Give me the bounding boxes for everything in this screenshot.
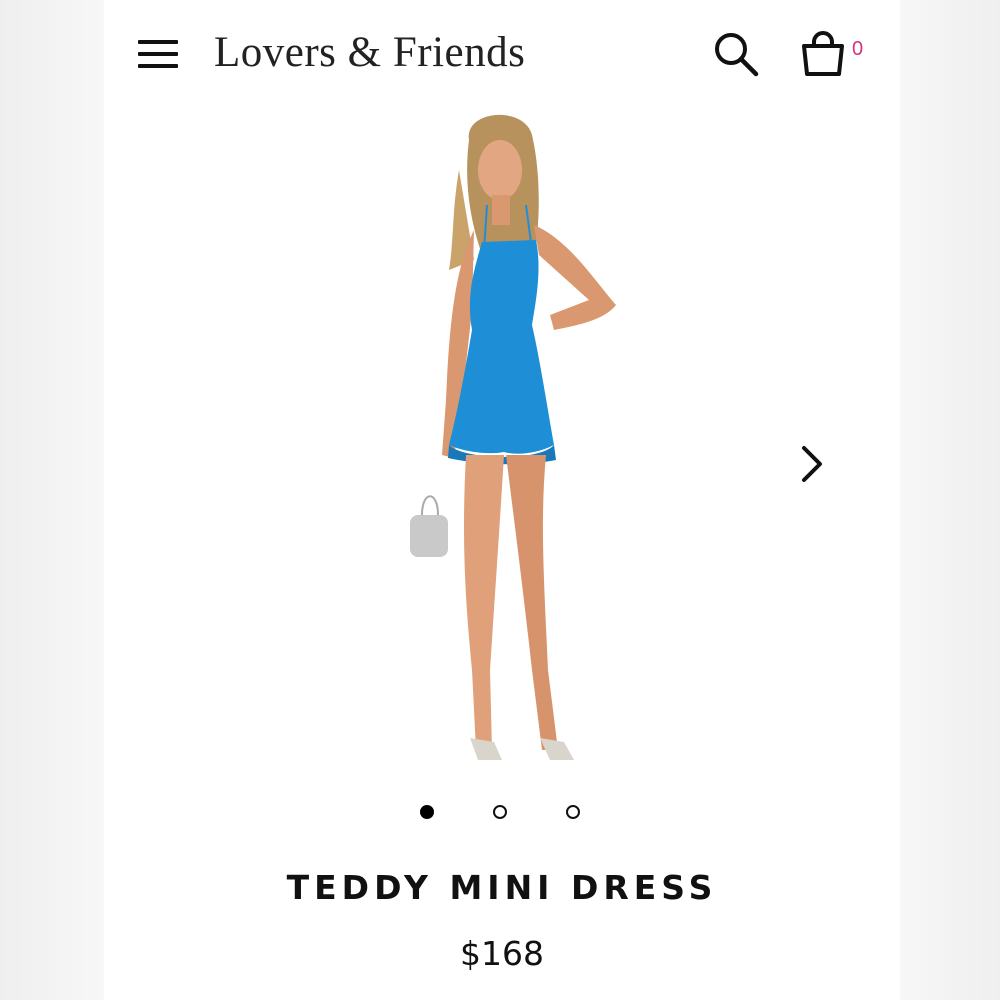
product-title: TEDDY MINI DRESS [286,868,718,907]
pagination-dot-3[interactable] [566,805,580,819]
pagination-dot-2[interactable] [493,805,507,819]
cart-count-badge: 0 [852,38,864,60]
product-image[interactable] [354,110,654,780]
brand-logo[interactable]: Lovers & Friends [214,28,525,77]
image-pagination [418,802,588,824]
chevron-right-icon [802,446,822,482]
cart-button[interactable] [798,30,848,78]
left-backdrop [0,0,104,1000]
search-button[interactable] [712,30,760,78]
search-icon [715,33,759,77]
hamburger-menu-icon [138,40,178,44]
right-backdrop [900,0,1000,1000]
menu-button[interactable] [136,36,180,72]
product-price: $168 [460,934,544,973]
product-screen: Lovers & Friends 0 TEDDY MINI DRESS $168 [104,0,900,1000]
shopping-bag-icon [802,31,844,76]
next-image-button[interactable] [794,440,830,488]
pagination-dot-1[interactable] [420,805,434,819]
model-photo [410,114,616,760]
